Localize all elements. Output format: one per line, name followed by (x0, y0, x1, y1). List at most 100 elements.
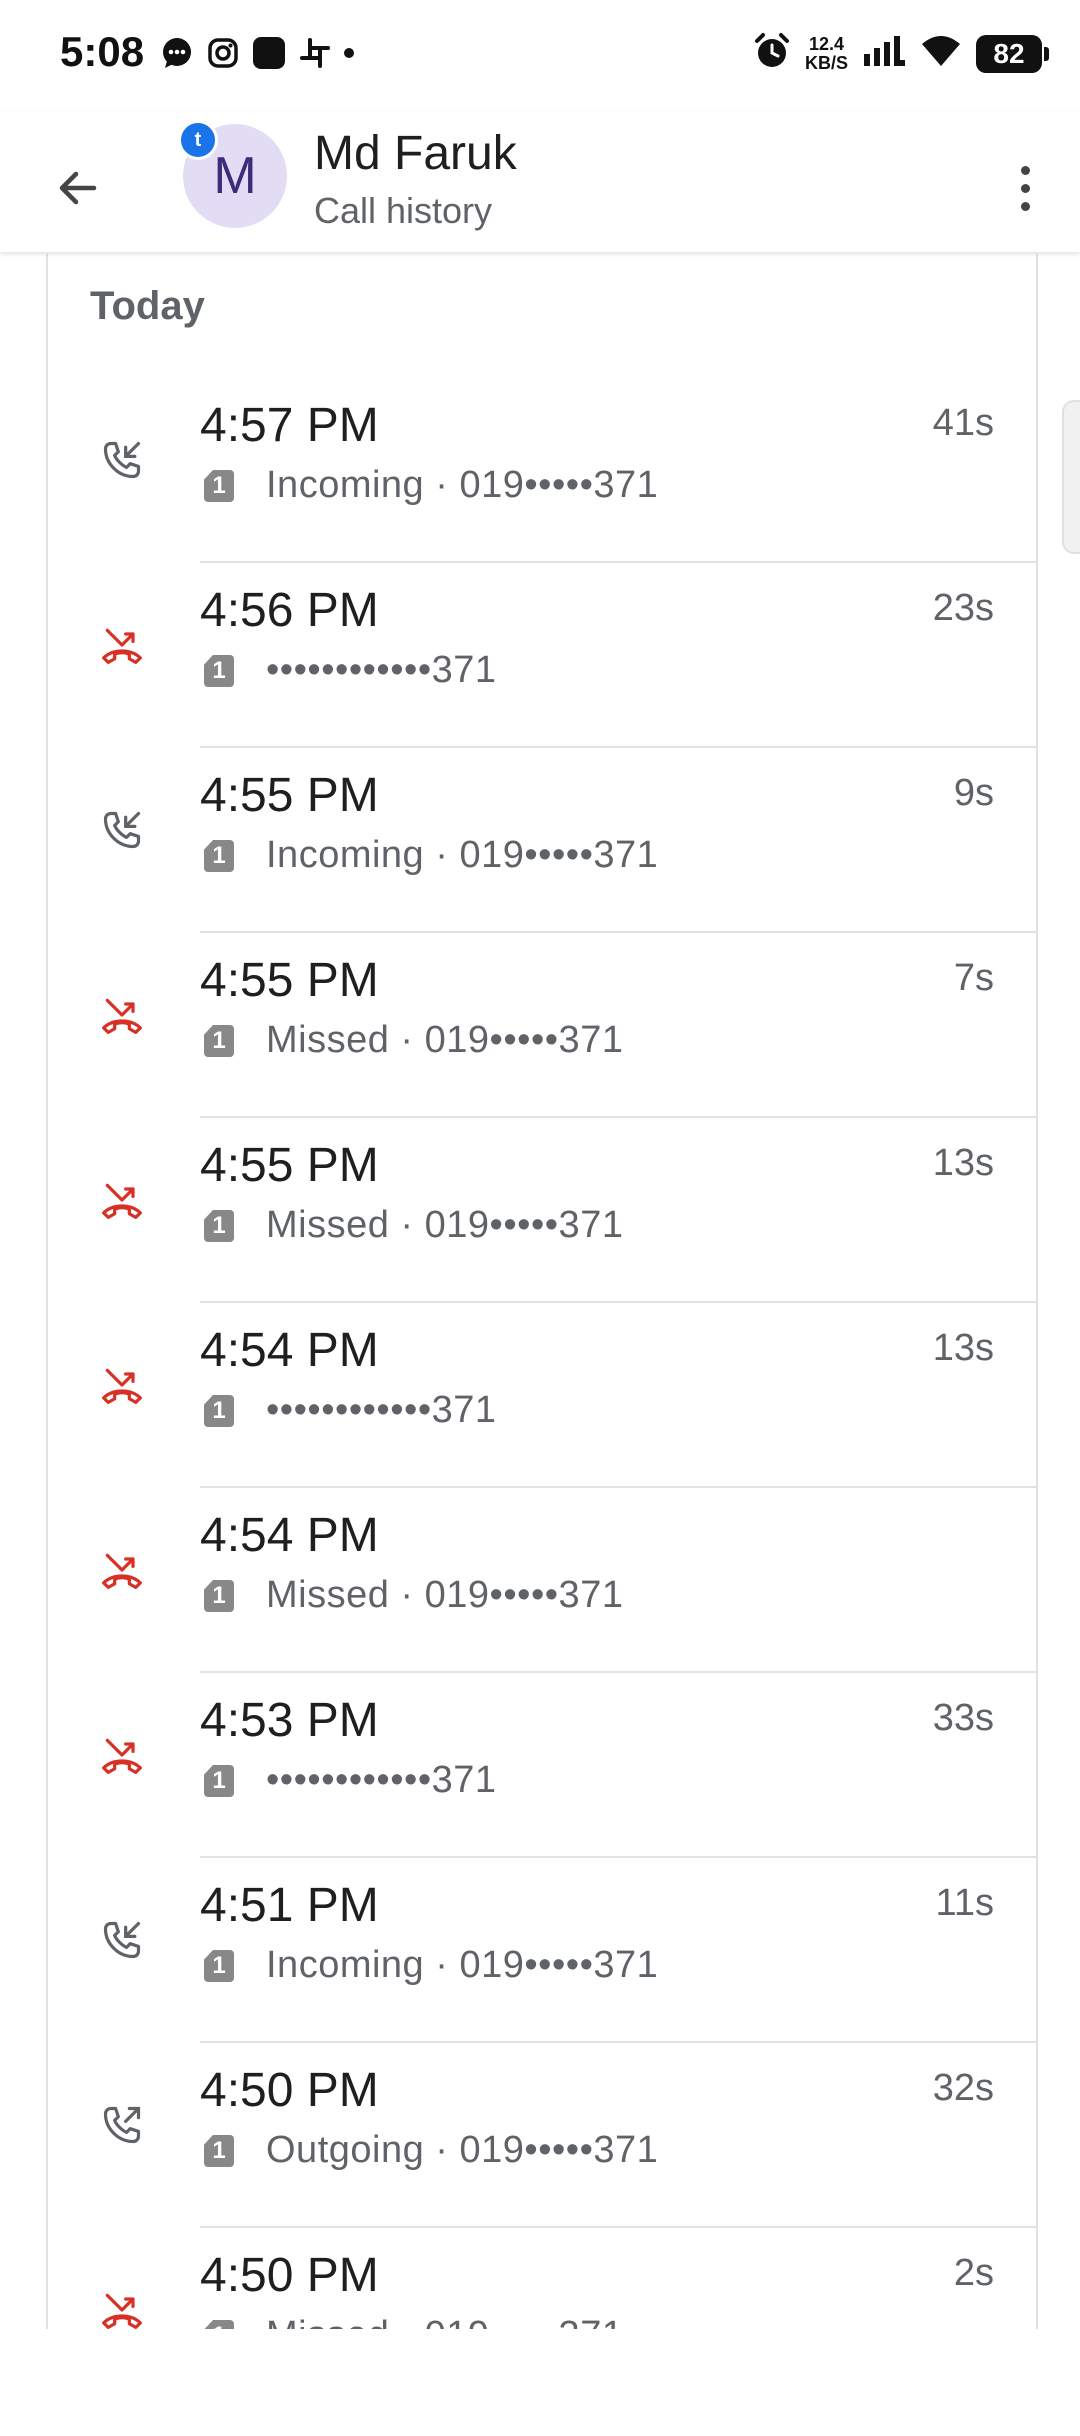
net-speed: 12.4 KB/S (804, 34, 848, 73)
call-time: 4:55 PM (200, 954, 379, 1007)
status-bar: 5:08 12.4 KB/S 82 (0, 0, 1080, 110)
call-duration: 23s (932, 587, 994, 629)
notification-icons (160, 36, 354, 70)
sim-icon: 1 (204, 1025, 234, 1057)
more-vert-icon (1020, 165, 1030, 175)
call-detail: Incoming · 019•••••371 (266, 1944, 659, 1986)
call-time: 4:51 PM (200, 1879, 379, 1932)
sim-label: 1 (212, 2322, 225, 2329)
call-duration: 41s (932, 402, 994, 444)
incoming-call-icon (92, 430, 152, 490)
call-detail: ••••••••••••371 (266, 649, 497, 691)
missed-call-icon (92, 2280, 152, 2329)
missed-call-icon (92, 615, 152, 675)
call-time: 4:57 PM (200, 399, 379, 452)
call-duration: 9s (953, 772, 994, 814)
call-duration: 33s (932, 1697, 994, 1739)
call-list: 4:57 PM 1 Incoming · 019•••••371 41s 4:56 PM… (48, 378, 1036, 2329)
missed-call-icon (92, 1170, 152, 1230)
avatar-badge-label: t (194, 128, 202, 151)
arrow-back-icon (59, 171, 97, 205)
incoming-call-icon (92, 800, 152, 860)
avatar-letter: M (213, 147, 257, 205)
call-time: 4:50 PM (200, 2064, 379, 2117)
sim-label: 1 (212, 472, 226, 499)
outgoing-call-icon (92, 2095, 152, 2155)
call-detail: Incoming · 019•••••371 (266, 464, 659, 506)
back-button[interactable] (40, 150, 116, 226)
call-detail: Outgoing · 019•••••371 (266, 2129, 659, 2171)
call-history-card: Today 4:57 PM 1 Incoming · 019•••••371 41s 4… (46, 254, 1038, 2329)
wifi-icon (920, 34, 962, 73)
sim-label: 1 (212, 1397, 226, 1424)
messenger-icon (160, 36, 194, 70)
call-row[interactable]: 4:57 PM 1 Incoming · 019•••••371 41s (48, 378, 1036, 563)
call-duration: 13s (932, 1142, 994, 1184)
call-time: 4:54 PM (200, 1509, 379, 1562)
call-row[interactable]: 4:53 PM 1 ••••••••••••371 33s (48, 1673, 1036, 1858)
sim-icon: 1 (204, 1395, 234, 1427)
sim-label: 1 (212, 842, 226, 869)
call-time: 4:53 PM (200, 1694, 379, 1747)
sim-label: 1 (212, 1212, 226, 1239)
sim-icon: 1 (204, 2320, 234, 2329)
call-detail: Missed · 019•••••371 (266, 1019, 624, 1061)
more-vert-dot (1020, 183, 1030, 193)
sim-icon: 1 (204, 1580, 234, 1612)
battery-icon: 82 (976, 34, 1049, 73)
call-row[interactable]: 4:50 PM 1 Outgoing · 019•••••371 32s (48, 2043, 1036, 2228)
contact-name: Md Faruk (314, 127, 517, 180)
call-detail: Incoming · 019•••••371 (266, 834, 659, 876)
call-row[interactable]: 4:55 PM 1 Incoming · 019•••••371 9s (48, 748, 1036, 933)
sim-label: 1 (212, 1767, 226, 1794)
page-subtitle: Call history (314, 190, 493, 231)
call-time: 4:56 PM (200, 584, 379, 637)
sim-label: 1 (212, 1582, 226, 1609)
sim-label: 1 (212, 1952, 226, 1979)
call-detail: Missed · 019•••••371 (266, 2314, 623, 2329)
more-options-button[interactable] (990, 148, 1060, 228)
missed-call-icon (92, 1725, 152, 1785)
call-row[interactable]: 4:54 PM 1 Missed · 019•••••371 (48, 1488, 1036, 1673)
call-detail: ••••••••••••371 (266, 1759, 497, 1801)
sim-icon: 1 (204, 1210, 234, 1242)
system-icons: 12.4 KB/S 82 (753, 32, 1049, 75)
call-time: 4:55 PM (200, 769, 379, 822)
app-icon (252, 36, 286, 70)
call-duration: 11s (935, 1882, 994, 1924)
net-speed-unit: KB/S (804, 52, 848, 73)
call-time: 4:50 PM (200, 2249, 379, 2302)
section-label-today: Today (90, 284, 205, 328)
sim-label: 1 (212, 657, 226, 684)
slack-icon (298, 36, 332, 70)
call-duration: 32s (932, 2067, 994, 2109)
call-duration: 7s (953, 957, 994, 999)
sim-label: 1 (212, 2137, 226, 2164)
sim-icon: 1 (204, 655, 234, 687)
call-time: 4:55 PM (200, 1139, 379, 1192)
call-row[interactable]: 4:54 PM 1 ••••••••••••371 13s (48, 1303, 1036, 1488)
missed-call-icon (92, 985, 152, 1045)
signal-icon (862, 34, 906, 73)
status-time: 5:08 (60, 28, 145, 75)
sim-label: 1 (212, 1027, 226, 1054)
call-duration: 13s (932, 1327, 994, 1369)
sim-icon: 1 (204, 840, 234, 872)
app-bar: M t Md Faruk Call history (0, 112, 1080, 252)
call-row[interactable]: 4:50 PM 1 Missed · 019•••••371 2s (48, 2228, 1036, 2329)
scroll-handle[interactable] (1062, 400, 1080, 554)
incoming-call-icon (92, 1910, 152, 1970)
battery-level: 82 (993, 37, 1025, 69)
sim-icon: 1 (204, 1765, 234, 1797)
call-row[interactable]: 4:51 PM 1 Incoming · 019•••••371 11s (48, 1858, 1036, 2043)
instagram-icon (206, 36, 240, 70)
more-vert-dot (1020, 201, 1030, 211)
call-detail: ••••••••••••371 (266, 1389, 497, 1431)
call-row[interactable]: 4:55 PM 1 Missed · 019•••••371 13s (48, 1118, 1036, 1303)
call-row[interactable]: 4:55 PM 1 Missed · 019•••••371 7s (48, 933, 1036, 1118)
call-detail: Missed · 019•••••371 (266, 1204, 624, 1246)
call-detail: Missed · 019•••••371 (266, 1574, 624, 1616)
sim-icon: 1 (204, 2135, 234, 2167)
alarm-icon (753, 32, 791, 75)
call-row[interactable]: 4:56 PM 1 ••••••••••••371 23s (48, 563, 1036, 748)
